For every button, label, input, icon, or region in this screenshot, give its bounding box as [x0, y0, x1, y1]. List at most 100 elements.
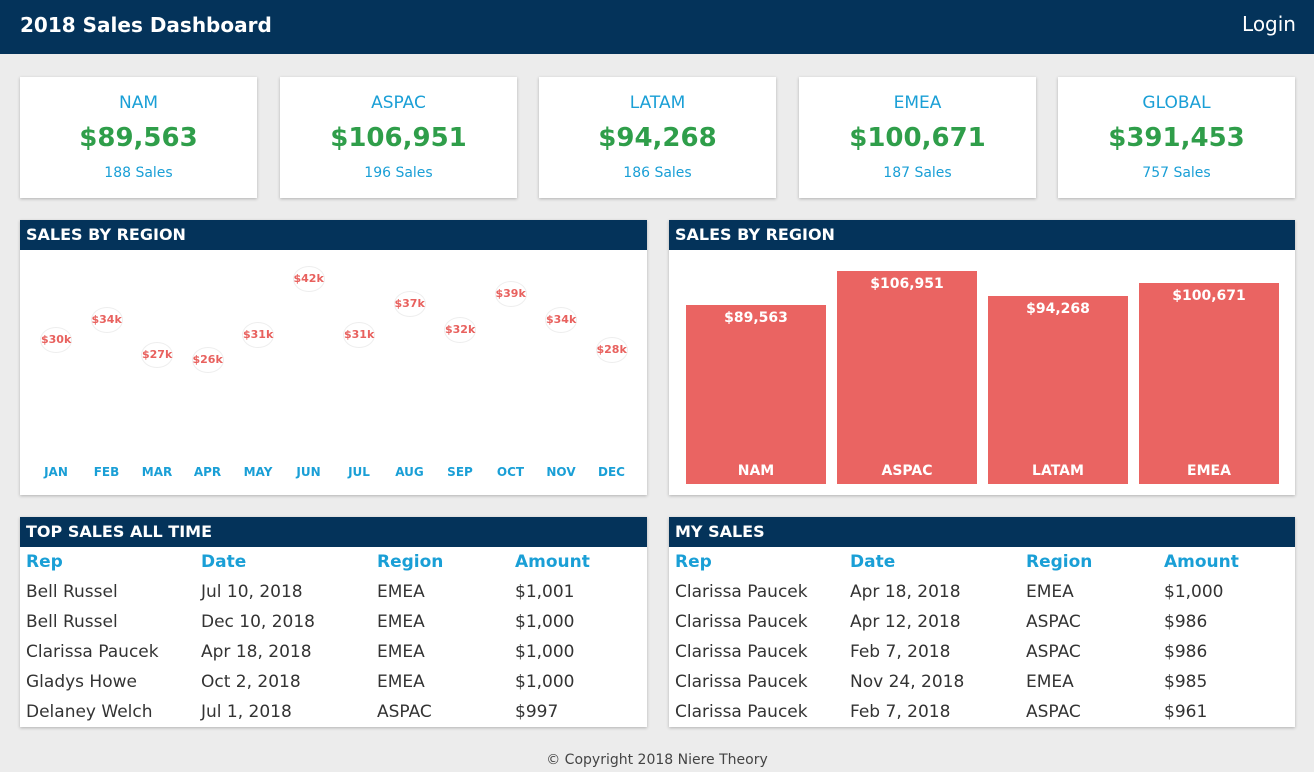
table-cell: $1,001 [515, 582, 575, 602]
kpi-region: LATAM [629, 93, 686, 113]
panel-title: MY SALES [669, 517, 1295, 547]
table-row[interactable]: Clarissa Paucek Nov 24, 2018 EMEA $985 [669, 667, 1295, 697]
kpi-sales-count: 196 Sales [364, 165, 433, 181]
kpi-card-emea: EMEA $100,671 187 Sales [799, 77, 1036, 198]
top-navbar: 2018 Sales Dashboard Login [0, 0, 1314, 54]
panel-title: TOP SALES ALL TIME [20, 517, 647, 547]
bar-value-label: $89,563 [724, 310, 788, 327]
table-cell: Clarissa Paucek [675, 702, 808, 722]
data-point-mar[interactable]: $27k [141, 342, 173, 369]
column-header[interactable]: Date [844, 547, 1020, 577]
table-cell: Gladys Howe [26, 672, 137, 692]
column-header[interactable]: Region [371, 547, 509, 577]
table-cell: Jul 10, 2018 [201, 582, 303, 602]
table-cell: Clarissa Paucek [675, 672, 808, 692]
table-cell: $961 [1164, 702, 1208, 722]
table-row[interactable]: Clarissa Paucek Apr 18, 2018 EMEA $1,000 [669, 577, 1295, 607]
table-cell: Clarissa Paucek [675, 582, 808, 602]
table-cell: $1,000 [1164, 582, 1224, 602]
data-point-may[interactable]: $31k [242, 321, 274, 348]
table-cell: $1,000 [515, 642, 575, 662]
table-header-row: Rep Date Region Amount [20, 547, 647, 577]
table-cell: $985 [1164, 672, 1208, 692]
table-cell: Nov 24, 2018 [850, 672, 965, 692]
footer-copyright: © Copyright 2018 Niere Theory [546, 752, 768, 768]
data-point-nov[interactable]: $34k [545, 306, 577, 333]
table-row[interactable]: Gladys Howe Oct 2, 2018 EMEA $1,000 [20, 667, 647, 697]
kpi-card-latam: LATAM $94,268 186 Sales [539, 77, 776, 198]
table-cell: ASPAC [1026, 612, 1081, 632]
column-header[interactable]: Region [1020, 547, 1158, 577]
month-label: MAR [141, 465, 173, 479]
column-header[interactable]: Date [195, 547, 371, 577]
monthly-sales-panel: SALES BY REGION $30k JAN $34k FEB $27k MAR $26… [20, 220, 647, 495]
bar-nam[interactable]: $89,563 NAM [686, 305, 826, 484]
table-cell: Feb 7, 2018 [850, 642, 951, 662]
column-header[interactable]: Amount [509, 547, 647, 577]
table-row[interactable]: Clarissa Paucek Feb 7, 2018 ASPAC $961 [669, 697, 1295, 727]
bar-category-label: LATAM [1032, 462, 1084, 479]
table-cell: $986 [1164, 612, 1208, 632]
table-row[interactable]: Bell Russel Jul 10, 2018 EMEA $1,001 [20, 577, 647, 607]
data-point-oct[interactable]: $39k [494, 281, 527, 308]
column-header[interactable]: Rep [669, 547, 844, 577]
table-cell: ASPAC [1026, 642, 1081, 662]
kpi-region: GLOBAL [1142, 93, 1211, 113]
table-cell: Apr 12, 2018 [850, 612, 961, 632]
table-row[interactable]: Clarissa Paucek Apr 12, 2018 ASPAC $986 [669, 607, 1295, 637]
data-point-feb[interactable]: $34k [90, 306, 123, 333]
data-point-apr[interactable]: $26k [191, 347, 224, 374]
my-sales-table: Rep Date Region Amount Clarissa Paucek Apr 1… [669, 547, 1295, 727]
month-label: JUL [348, 465, 370, 479]
data-point-sep[interactable]: $32k [444, 316, 476, 343]
month-label: JAN [44, 465, 68, 479]
data-point-dec[interactable]: $28k [595, 337, 628, 364]
bar-aspac[interactable]: $106,951 ASPAC [837, 270, 977, 484]
table-row[interactable]: Clarissa Paucek Apr 18, 2018 EMEA $1,000 [20, 637, 647, 667]
data-point-aug[interactable]: $37k [393, 291, 426, 318]
month-label: DEC [598, 465, 625, 479]
table-cell: EMEA [377, 642, 425, 662]
table-cell: Apr 18, 2018 [850, 582, 961, 602]
table-row[interactable]: Delaney Welch Jul 1, 2018 ASPAC $997 [20, 697, 647, 727]
login-link[interactable]: Login [1242, 12, 1296, 36]
kpi-region: EMEA [893, 93, 942, 113]
column-header[interactable]: Rep [20, 547, 195, 577]
bar-value-label: $94,268 [1026, 300, 1090, 317]
kpi-amount: $391,453 [1108, 123, 1245, 153]
table-cell: Jul 1, 2018 [201, 702, 292, 722]
bar-category-label: NAM [737, 462, 775, 479]
table-cell: $997 [515, 702, 559, 722]
table-header-row: Rep Date Region Amount [669, 547, 1295, 577]
bar-value-label: $106,951 [870, 275, 944, 292]
month-label: SEP [447, 465, 473, 479]
my-sales-panel: MY SALES Rep Date Region Amount Clarissa Pa… [669, 517, 1295, 727]
bar-emea[interactable]: $100,671 EMEA [1139, 283, 1279, 484]
region-sales-panel: SALES BY REGION $89,563 NAM $106,951 ASPAC $… [669, 220, 1295, 495]
table-cell: EMEA [1026, 672, 1074, 692]
table-row[interactable]: Bell Russel Dec 10, 2018 EMEA $1,000 [20, 607, 647, 637]
month-label: APR [193, 465, 222, 479]
table-cell: EMEA [377, 612, 425, 632]
month-label: JUN [296, 465, 321, 479]
table-row[interactable]: Clarissa Paucek Feb 7, 2018 ASPAC $986 [669, 637, 1295, 667]
bar-latam[interactable]: $94,268 LATAM [988, 295, 1128, 484]
table-cell: Clarissa Paucek [26, 642, 159, 662]
table-cell: Apr 18, 2018 [201, 642, 312, 662]
data-point-jan[interactable]: $30k [40, 327, 72, 353]
table-cell: ASPAC [1026, 702, 1081, 722]
data-point-jul[interactable]: $31k [343, 321, 375, 348]
data-point-jun[interactable]: $42k [292, 265, 325, 292]
kpi-card-aspac: ASPAC $106,951 196 Sales [280, 77, 517, 198]
panel-title: SALES BY REGION [669, 220, 1295, 250]
table-cell: EMEA [377, 672, 425, 692]
kpi-sales-count: 186 Sales [623, 165, 692, 181]
table-cell: ASPAC [377, 702, 432, 722]
kpi-sales-count: 188 Sales [104, 165, 173, 181]
column-header[interactable]: Amount [1158, 547, 1295, 577]
table-cell: Bell Russel [26, 612, 118, 632]
table-cell: $1,000 [515, 612, 575, 632]
table-cell: EMEA [377, 582, 425, 602]
kpi-card-nam: NAM $89,563 188 Sales [20, 77, 257, 198]
table-cell: Clarissa Paucek [675, 642, 808, 662]
